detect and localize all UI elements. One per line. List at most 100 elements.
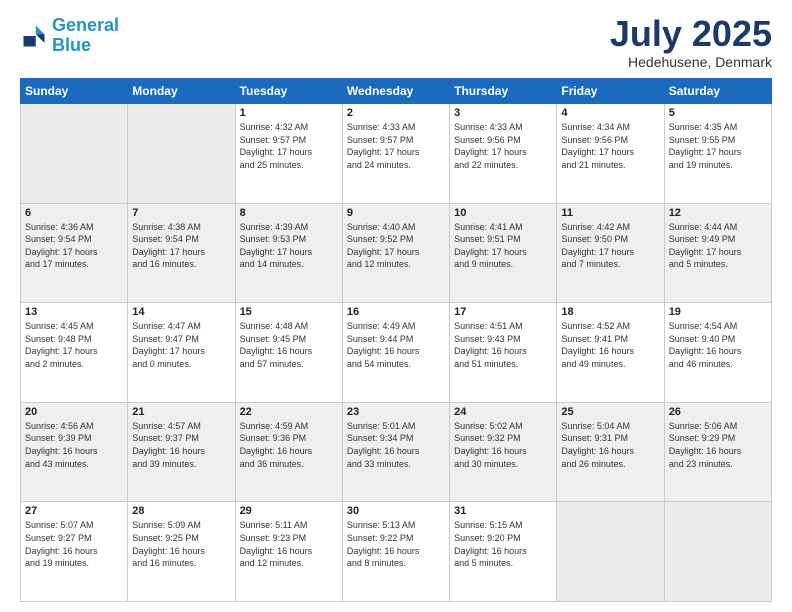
day-cell: 29 Sunrise: 5:11 AM Sunset: 9:23 PM Dayli… (235, 502, 342, 602)
calendar-body: 1 Sunrise: 4:32 AM Sunset: 9:57 PM Daylig… (21, 104, 772, 602)
day-info: Sunrise: 4:40 AM Sunset: 9:52 PM Dayligh… (347, 221, 445, 271)
day-cell: 16Sunrise: 4:49 AM Sunset: 9:44 PM Dayli… (342, 303, 449, 403)
day-info: Sunrise: 5:11 AM Sunset: 9:23 PM Dayligh… (240, 519, 338, 569)
day-cell: 11 Sunrise: 4:42 AM Sunset: 9:50 PM Dayli… (557, 203, 664, 303)
header-row: Sunday Monday Tuesday Wednesday Thursday… (21, 79, 772, 104)
col-friday: Friday (557, 79, 664, 104)
day-cell: 28 Sunrise: 5:09 AM Sunset: 9:25 PM Dayli… (128, 502, 235, 602)
day-number: 31 (454, 505, 552, 517)
day-cell: 30Sunrise: 5:13 AM Sunset: 9:22 PM Dayli… (342, 502, 449, 602)
day-info: Sunrise: 4:39 AM Sunset: 9:53 PM Dayligh… (240, 221, 338, 271)
day-cell: 25 Sunrise: 5:04 AM Sunset: 9:31 PM Dayli… (557, 402, 664, 502)
day-number: 24 (454, 406, 552, 418)
day-info: Sunrise: 5:04 AM Sunset: 9:31 PM Dayligh… (561, 420, 659, 470)
col-wednesday: Wednesday (342, 79, 449, 104)
day-number: 28 (132, 505, 230, 517)
day-info: Sunrise: 4:33 AM Sunset: 9:56 PM Dayligh… (454, 121, 552, 171)
day-cell: 21Sunrise: 4:57 AM Sunset: 9:37 PM Dayli… (128, 402, 235, 502)
logo-text: General Blue (52, 16, 119, 56)
day-info: Sunrise: 4:32 AM Sunset: 9:57 PM Dayligh… (240, 121, 338, 171)
day-cell (128, 104, 235, 204)
day-info: Sunrise: 4:54 AM Sunset: 9:40 PM Dayligh… (669, 320, 767, 370)
day-number: 16 (347, 306, 445, 318)
day-cell: 9 Sunrise: 4:40 AM Sunset: 9:52 PM Daylig… (342, 203, 449, 303)
day-cell: 15Sunrise: 4:48 AM Sunset: 9:45 PM Dayli… (235, 303, 342, 403)
col-tuesday: Tuesday (235, 79, 342, 104)
header: General Blue July 2025 Hedehusene, Denma… (20, 16, 772, 70)
day-number: 9 (347, 207, 445, 219)
month-title: July 2025 (610, 16, 772, 52)
day-number: 3 (454, 107, 552, 119)
col-sunday: Sunday (21, 79, 128, 104)
day-number: 19 (669, 306, 767, 318)
day-number: 1 (240, 107, 338, 119)
day-info: Sunrise: 5:02 AM Sunset: 9:32 PM Dayligh… (454, 420, 552, 470)
day-cell: 1 Sunrise: 4:32 AM Sunset: 9:57 PM Daylig… (235, 104, 342, 204)
title-block: July 2025 Hedehusene, Denmark (610, 16, 772, 70)
day-info: Sunrise: 4:36 AM Sunset: 9:54 PM Dayligh… (25, 221, 123, 271)
day-number: 11 (561, 207, 659, 219)
day-number: 27 (25, 505, 123, 517)
col-saturday: Saturday (664, 79, 771, 104)
day-info: Sunrise: 4:59 AM Sunset: 9:36 PM Dayligh… (240, 420, 338, 470)
day-cell: 6 Sunrise: 4:36 AM Sunset: 9:54 PM Daylig… (21, 203, 128, 303)
day-info: Sunrise: 4:57 AM Sunset: 9:37 PM Dayligh… (132, 420, 230, 470)
day-info: Sunrise: 4:48 AM Sunset: 9:45 PM Dayligh… (240, 320, 338, 370)
day-info: Sunrise: 5:07 AM Sunset: 9:27 PM Dayligh… (25, 519, 123, 569)
day-cell: 14Sunrise: 4:47 AM Sunset: 9:47 PM Dayli… (128, 303, 235, 403)
day-info: Sunrise: 4:52 AM Sunset: 9:41 PM Dayligh… (561, 320, 659, 370)
day-number: 10 (454, 207, 552, 219)
day-number: 26 (669, 406, 767, 418)
location-subtitle: Hedehusene, Denmark (610, 54, 772, 70)
day-info: Sunrise: 5:09 AM Sunset: 9:25 PM Dayligh… (132, 519, 230, 569)
week-row-2: 6 Sunrise: 4:36 AM Sunset: 9:54 PM Daylig… (21, 203, 772, 303)
day-cell: 17 Sunrise: 4:51 AM Sunset: 9:43 PM Dayli… (450, 303, 557, 403)
day-info: Sunrise: 4:51 AM Sunset: 9:43 PM Dayligh… (454, 320, 552, 370)
day-cell: 3 Sunrise: 4:33 AM Sunset: 9:56 PM Daylig… (450, 104, 557, 204)
day-cell: 7Sunrise: 4:38 AM Sunset: 9:54 PM Daylig… (128, 203, 235, 303)
page: General Blue July 2025 Hedehusene, Denma… (0, 0, 792, 612)
day-cell: 19 Sunrise: 4:54 AM Sunset: 9:40 PM Dayli… (664, 303, 771, 403)
day-cell: 22 Sunrise: 4:59 AM Sunset: 9:36 PM Dayli… (235, 402, 342, 502)
day-info: Sunrise: 5:01 AM Sunset: 9:34 PM Dayligh… (347, 420, 445, 470)
day-info: Sunrise: 4:35 AM Sunset: 9:55 PM Dayligh… (669, 121, 767, 171)
day-number: 25 (561, 406, 659, 418)
calendar-table: Sunday Monday Tuesday Wednesday Thursday… (20, 78, 772, 602)
day-info: Sunrise: 4:56 AM Sunset: 9:39 PM Dayligh… (25, 420, 123, 470)
week-row-3: 13Sunrise: 4:45 AM Sunset: 9:48 PM Dayli… (21, 303, 772, 403)
day-cell: 4 Sunrise: 4:34 AM Sunset: 9:56 PM Daylig… (557, 104, 664, 204)
day-number: 13 (25, 306, 123, 318)
day-cell: 2Sunrise: 4:33 AM Sunset: 9:57 PM Daylig… (342, 104, 449, 204)
logo-icon (20, 22, 48, 50)
day-number: 6 (25, 207, 123, 219)
day-cell: 13Sunrise: 4:45 AM Sunset: 9:48 PM Dayli… (21, 303, 128, 403)
week-row-4: 20 Sunrise: 4:56 AM Sunset: 9:39 PM Dayli… (21, 402, 772, 502)
logo-line1: General (52, 15, 119, 35)
day-number: 12 (669, 207, 767, 219)
day-cell: 31Sunrise: 5:15 AM Sunset: 9:20 PM Dayli… (450, 502, 557, 602)
week-row-1: 1 Sunrise: 4:32 AM Sunset: 9:57 PM Daylig… (21, 104, 772, 204)
day-number: 29 (240, 505, 338, 517)
day-cell: 20 Sunrise: 4:56 AM Sunset: 9:39 PM Dayli… (21, 402, 128, 502)
day-number: 4 (561, 107, 659, 119)
logo-line2: Blue (52, 35, 91, 55)
col-thursday: Thursday (450, 79, 557, 104)
day-cell: 23Sunrise: 5:01 AM Sunset: 9:34 PM Dayli… (342, 402, 449, 502)
day-number: 17 (454, 306, 552, 318)
day-cell (557, 502, 664, 602)
day-cell: 10Sunrise: 4:41 AM Sunset: 9:51 PM Dayli… (450, 203, 557, 303)
day-info: Sunrise: 4:34 AM Sunset: 9:56 PM Dayligh… (561, 121, 659, 171)
day-cell (664, 502, 771, 602)
day-info: Sunrise: 4:42 AM Sunset: 9:50 PM Dayligh… (561, 221, 659, 271)
day-number: 14 (132, 306, 230, 318)
day-cell: 18 Sunrise: 4:52 AM Sunset: 9:41 PM Dayli… (557, 303, 664, 403)
day-number: 22 (240, 406, 338, 418)
day-number: 8 (240, 207, 338, 219)
day-number: 18 (561, 306, 659, 318)
day-number: 2 (347, 107, 445, 119)
col-monday: Monday (128, 79, 235, 104)
day-number: 20 (25, 406, 123, 418)
day-cell: 27 Sunrise: 5:07 AM Sunset: 9:27 PM Dayli… (21, 502, 128, 602)
day-cell (21, 104, 128, 204)
calendar-header: Sunday Monday Tuesday Wednesday Thursday… (21, 79, 772, 104)
